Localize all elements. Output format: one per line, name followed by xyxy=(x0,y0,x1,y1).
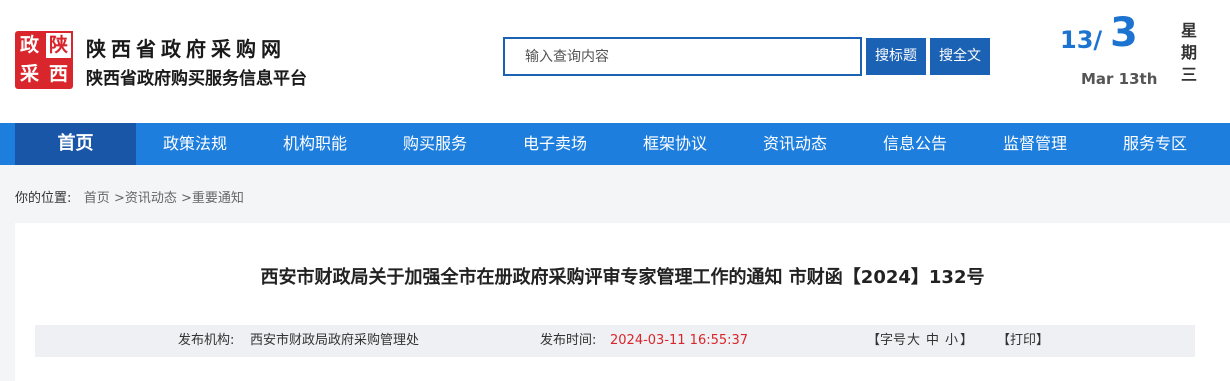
nav-item-home[interactable]: 首页 xyxy=(15,123,136,165)
search-input[interactable] xyxy=(505,39,860,74)
breadcrumb-label: 你的位置: xyxy=(15,191,72,206)
search-box xyxy=(503,37,862,76)
nav-item-agencies[interactable]: 机构职能 xyxy=(255,123,375,165)
breadcrumb-separator: > xyxy=(113,191,125,206)
logo-char: 采 xyxy=(19,63,39,85)
breadcrumb-news[interactable]: 资讯动态 xyxy=(125,191,177,206)
nav-item-news[interactable]: 资讯动态 xyxy=(735,123,855,165)
article-title: 西安市财政局关于加强全市在册政府采购评审专家管理工作的通知 市财函【2024】1… xyxy=(260,267,985,288)
font-size-label: 【字号 xyxy=(867,333,907,348)
nav-item-announcements[interactable]: 信息公告 xyxy=(855,123,975,165)
font-size-small-button[interactable]: 小 xyxy=(945,325,958,357)
main-nav: 首页 政策法规 机构职能 购买服务 电子卖场 框架协议 资讯动态 信息公告 监督… xyxy=(0,123,1230,165)
nav-item-policy[interactable]: 政策法规 xyxy=(135,123,255,165)
publish-time-value: 2024-03-11 16:55:37 xyxy=(610,333,749,348)
font-size-medium-button[interactable]: 中 xyxy=(926,325,939,357)
breadcrumb-separator: > xyxy=(181,191,192,206)
breadcrumb-notices[interactable]: 重要通知 xyxy=(192,191,244,206)
site-header: 政 陕 采 西 陕西省政府采购网 陕西省政府购买服务信息平台 搜标题 搜全文 1… xyxy=(0,0,1230,123)
date-english: Mar 13th xyxy=(1081,70,1158,88)
nav-item-supervision[interactable]: 监督管理 xyxy=(975,123,1095,165)
nav-item-service-zone[interactable]: 服务专区 xyxy=(1095,123,1215,165)
article-panel: 西安市财政局关于加强全市在册政府采购评审专家管理工作的通知 市财函【2024】1… xyxy=(15,223,1230,381)
site-name: 陕西省政府采购网 xyxy=(86,37,286,61)
date-month: 3 xyxy=(1110,10,1138,56)
font-size-bracket: 】 xyxy=(960,333,974,348)
nav-item-framework[interactable]: 框架协议 xyxy=(615,123,735,165)
search-fulltext-button[interactable]: 搜全文 xyxy=(930,38,990,75)
nav-item-purchase-service[interactable]: 购买服务 xyxy=(375,123,495,165)
weekday: 星 期 三 xyxy=(1180,21,1197,84)
search-title-button[interactable]: 搜标题 xyxy=(866,38,926,75)
font-size-large-button[interactable]: 大 xyxy=(907,325,920,357)
logo-char: 西 xyxy=(48,63,68,85)
nav-item-e-mall[interactable]: 电子卖场 xyxy=(495,123,615,165)
publish-time-label: 发布时间: xyxy=(540,333,597,348)
breadcrumb-home[interactable]: 首页 xyxy=(84,191,110,206)
site-logo[interactable]: 政 陕 采 西 xyxy=(15,31,73,89)
logo-char: 政 xyxy=(19,34,39,56)
date-day: 13/ xyxy=(1060,26,1103,54)
site-subtitle: 陕西省政府购买服务信息平台 xyxy=(86,69,307,89)
print-button[interactable]: 【打印】 xyxy=(997,325,1049,357)
publisher-value: 西安市财政局政府采购管理处 xyxy=(250,333,420,348)
logo-char: 陕 xyxy=(44,31,73,60)
article-meta-bar: 发布机构: 西安市财政局政府采购管理处 发布时间: 2024-03-11 16:… xyxy=(35,325,1195,357)
publisher-label: 发布机构: xyxy=(178,333,235,348)
breadcrumb: 你的位置: 首页 >资讯动态 >重要通知 xyxy=(15,187,244,206)
